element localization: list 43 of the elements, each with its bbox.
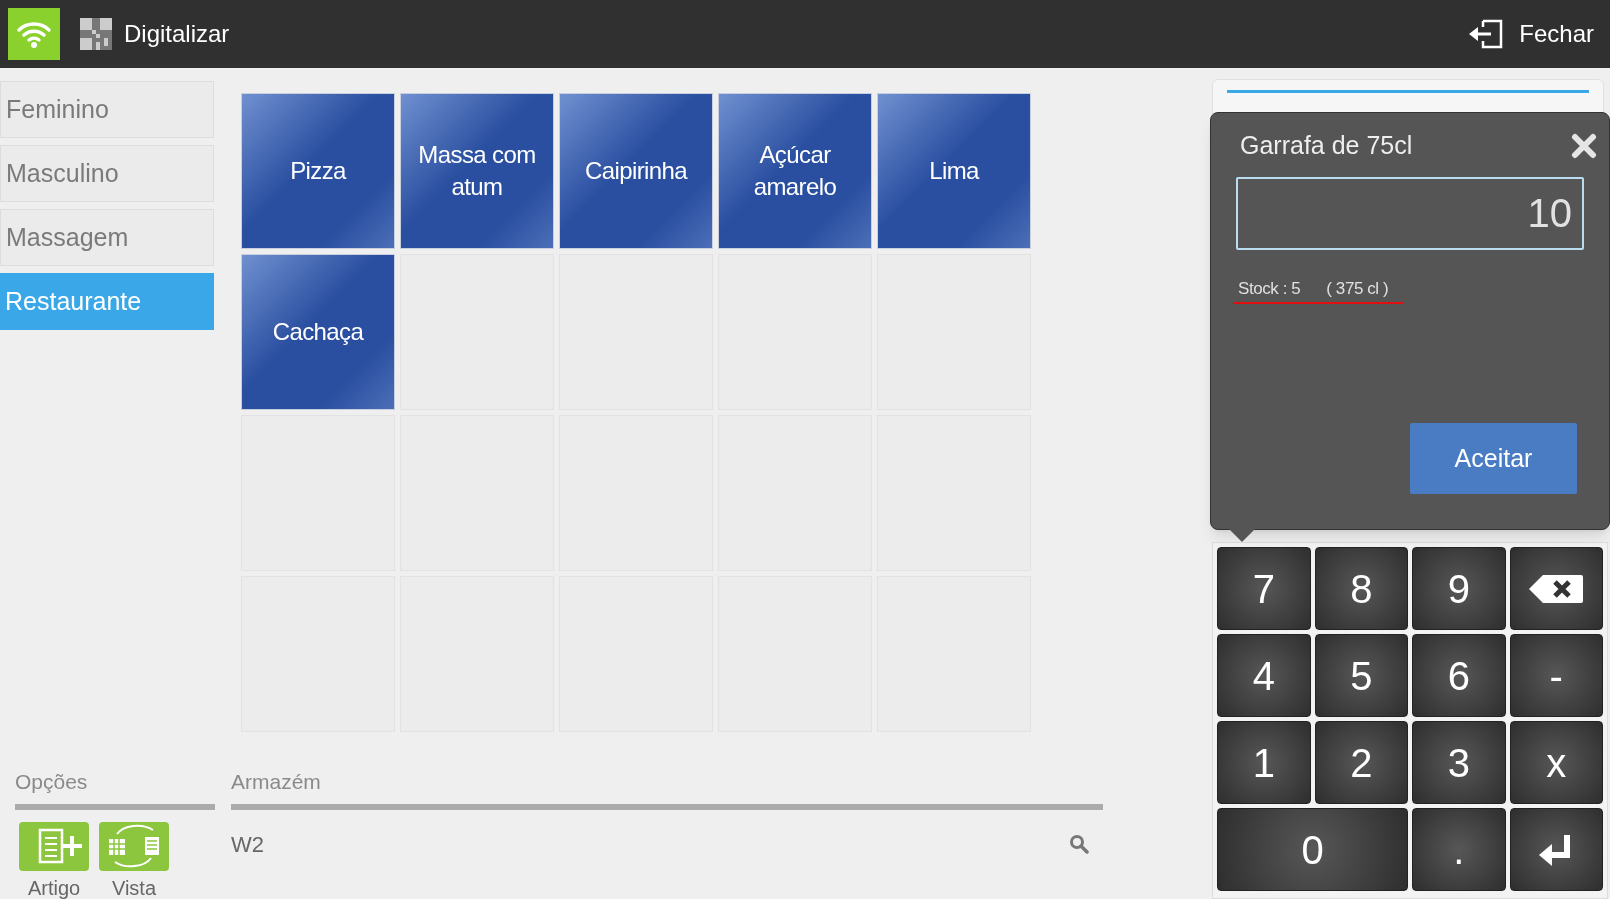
keypad-key[interactable]: 3 bbox=[1412, 721, 1506, 804]
product-tile[interactable]: Massa com atum bbox=[400, 93, 554, 249]
product-tile[interactable]: Açúcar amarelo bbox=[718, 93, 872, 249]
options-title: Opções bbox=[15, 769, 89, 795]
keypad-key[interactable]: 9 bbox=[1412, 547, 1506, 630]
scan-button[interactable]: Digitalizar bbox=[80, 16, 230, 52]
category-item[interactable]: Masculino bbox=[0, 145, 214, 202]
product-tile[interactable]: Cachaça bbox=[241, 254, 395, 410]
exit-icon bbox=[1469, 19, 1504, 49]
search-icon bbox=[1069, 834, 1089, 854]
product-tile[interactable]: Pizza bbox=[241, 93, 395, 249]
keypad-key[interactable]: 1 bbox=[1217, 721, 1311, 804]
add-document-icon bbox=[19, 821, 89, 871]
view-switch-icon bbox=[99, 821, 169, 871]
backspace-icon bbox=[1529, 574, 1584, 603]
keypad-key[interactable]: 0 bbox=[1217, 808, 1408, 891]
category-item[interactable]: Massagem bbox=[0, 209, 214, 266]
keypad-key[interactable]: - bbox=[1509, 634, 1603, 717]
keypad-key[interactable]: . bbox=[1412, 808, 1506, 891]
add-item-button[interactable]: Artigo bbox=[19, 821, 89, 899]
warehouse-title: Armazém bbox=[231, 769, 322, 795]
keypad-key[interactable]: 4 bbox=[1217, 634, 1311, 717]
enter-key[interactable] bbox=[1509, 808, 1603, 891]
close-icon[interactable] bbox=[1571, 132, 1597, 159]
close-button[interactable]: Fechar bbox=[1469, 16, 1594, 52]
stock-volume-text: ( 375 cl ) bbox=[1326, 277, 1389, 300]
backspace-key[interactable] bbox=[1509, 547, 1603, 630]
keypad-key[interactable]: 6 bbox=[1412, 634, 1506, 717]
qr-code-icon bbox=[80, 18, 112, 50]
product-tile[interactable]: Lima bbox=[877, 93, 1031, 249]
quantity-field[interactable]: 10 bbox=[1236, 176, 1584, 250]
keypad-key[interactable]: 2 bbox=[1314, 721, 1408, 804]
popup-title: Garrafa de 75cl bbox=[1240, 130, 1413, 161]
keypad-key[interactable]: 8 bbox=[1314, 547, 1408, 630]
keypad-key[interactable]: x bbox=[1509, 721, 1603, 804]
accept-button[interactable]: Aceitar bbox=[1410, 423, 1577, 494]
switch-view-button[interactable]: Vista bbox=[99, 821, 169, 899]
category-item[interactable]: Feminino bbox=[0, 81, 214, 138]
keypad-key[interactable]: 5 bbox=[1314, 634, 1408, 717]
product-tile[interactable]: Caipirinha bbox=[559, 93, 713, 249]
warehouse-field[interactable]: W2 bbox=[231, 827, 1103, 861]
stock-text: Stock : 5 bbox=[1238, 277, 1301, 300]
keypad-key[interactable]: 7 bbox=[1217, 547, 1311, 630]
